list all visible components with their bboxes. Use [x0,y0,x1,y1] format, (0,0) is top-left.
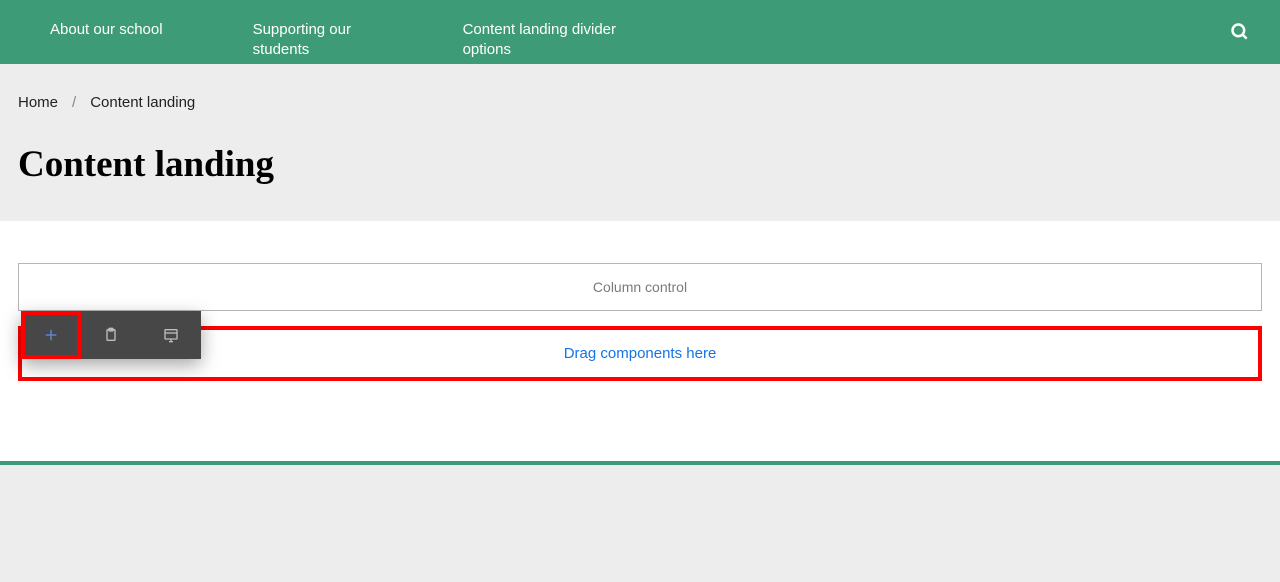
page-title: Content landing [18,143,1262,186]
nav-item-supporting[interactable]: Supporting our students [253,20,373,61]
template-button[interactable] [141,311,201,359]
component-toolbar [21,311,201,359]
search-icon [1230,22,1250,42]
breadcrumb: Home / Content landing [18,94,1262,111]
drop-zone[interactable]: Drag components here [18,326,1262,381]
nav-item-divider-options[interactable]: Content landing divider options [463,20,663,61]
main-nav: About our school Supporting our students… [0,0,1280,64]
clipboard-icon [103,326,119,344]
footer [0,465,1280,565]
page-header: Home / Content landing Content landing [0,64,1280,221]
add-component-button[interactable] [21,311,81,359]
search-button[interactable] [1230,22,1250,47]
nav-item-about[interactable]: About our school [50,20,163,40]
paste-component-button[interactable] [81,311,141,359]
breadcrumb-home-link[interactable]: Home [18,94,58,111]
breadcrumb-current: Content landing [90,94,195,111]
editor-area: Column control Drag components here [0,221,1280,461]
layout-icon [162,327,180,343]
breadcrumb-separator: / [72,94,76,111]
column-control-placeholder[interactable]: Column control [18,263,1262,311]
plus-icon [43,327,59,343]
